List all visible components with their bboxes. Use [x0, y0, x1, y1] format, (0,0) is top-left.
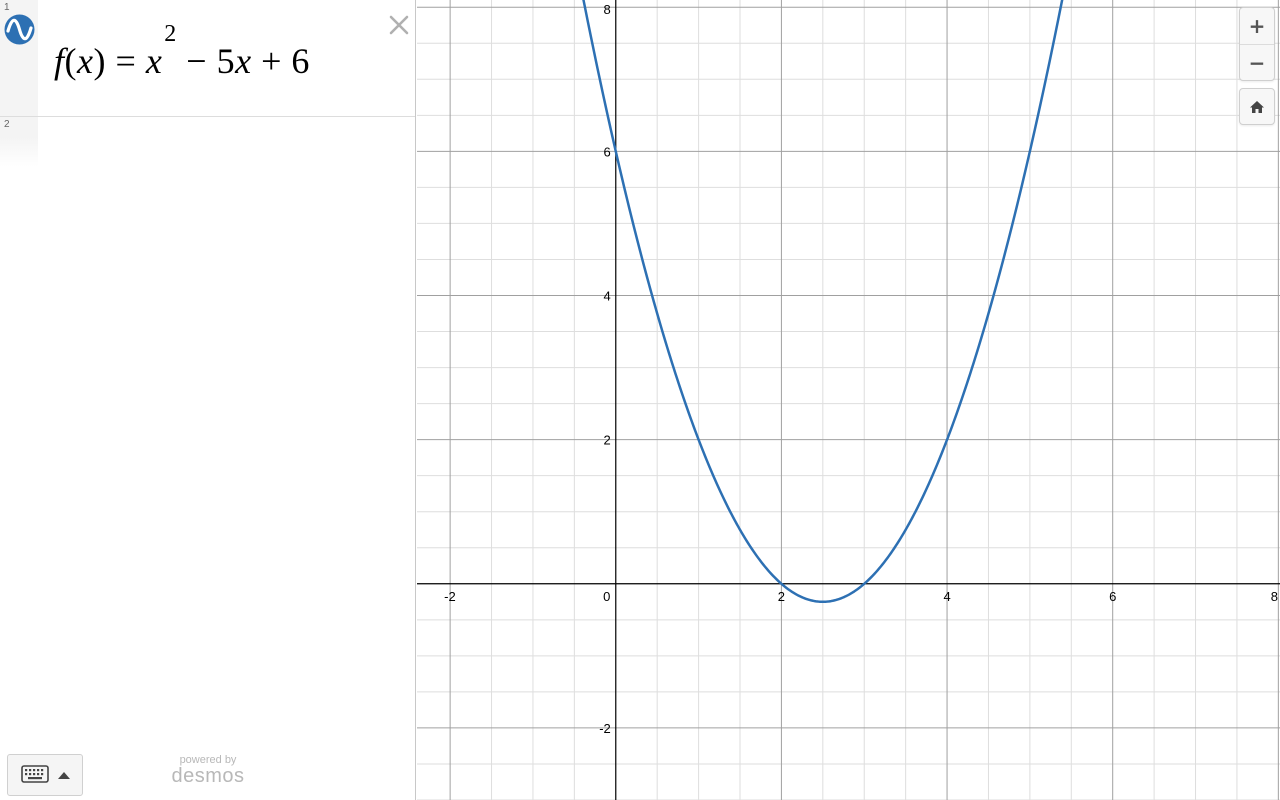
graph-canvas[interactable]: -2 0 2 4 6 8 -2 2 4 6 8 [417, 0, 1280, 800]
y-tick-label: 8 [604, 2, 611, 17]
delete-expression-icon[interactable] [388, 14, 410, 36]
keyboard-icon [21, 765, 49, 783]
zoom-controls: + − [1239, 7, 1275, 81]
powered-by-branding[interactable]: powered by desmos [168, 754, 248, 786]
formula-variable-2: x [235, 41, 252, 81]
formula-function-name: f [54, 41, 65, 81]
brand-logo-text: desmos [171, 765, 245, 787]
x-tick-label: 8 [1271, 589, 1278, 604]
caret-up-icon [58, 772, 70, 779]
expression-formula[interactable]: f(x) = x2 − 5x + 6 [54, 22, 310, 82]
formula-exponent: 2 [164, 21, 177, 47]
zoom-out-button[interactable]: − [1240, 45, 1274, 81]
expression-gutter: 1 [0, 0, 38, 116]
y-tick-label: 6 [604, 144, 611, 159]
y-tick-label: -2 [599, 721, 611, 736]
expression-gutter: 2 [0, 117, 38, 167]
expression-index: 1 [4, 2, 10, 13]
default-view-controls [1239, 88, 1275, 125]
formula-equals: = [106, 41, 146, 81]
keyboard-toggle-button[interactable] [7, 754, 83, 796]
expression-row-empty[interactable]: 2 [0, 117, 415, 167]
x-tick-label: 4 [943, 589, 950, 604]
home-icon [1250, 101, 1264, 113]
x-tick-label: 0 [603, 589, 610, 604]
formula-term-2: + 6 [251, 41, 310, 81]
formula-term-1: − 5 [176, 41, 236, 81]
formula-variable: x [77, 41, 94, 81]
x-tick-label: 2 [778, 589, 785, 604]
graph-color-icon[interactable] [4, 14, 35, 45]
x-tick-label: 6 [1109, 589, 1116, 604]
formula-paren-close: ) [93, 41, 106, 81]
x-tick-label: -2 [444, 589, 456, 604]
y-tick-label: 4 [604, 288, 611, 303]
home-button[interactable] [1240, 89, 1274, 125]
formula-paren-open: ( [64, 41, 78, 81]
formula-base: x [145, 41, 163, 81]
y-tick-label: 2 [604, 433, 611, 448]
graph-paper[interactable]: -2 0 2 4 6 8 -2 2 4 6 8 [417, 0, 1280, 800]
expression-row[interactable]: 1 f(x) = x2 − 5x + 6 [0, 0, 415, 117]
zoom-in-button[interactable]: + [1240, 8, 1274, 45]
expression-list: 1 f(x) = x2 − 5x + 6 2 powered by desmos [0, 0, 416, 800]
expression-index: 2 [4, 119, 10, 130]
